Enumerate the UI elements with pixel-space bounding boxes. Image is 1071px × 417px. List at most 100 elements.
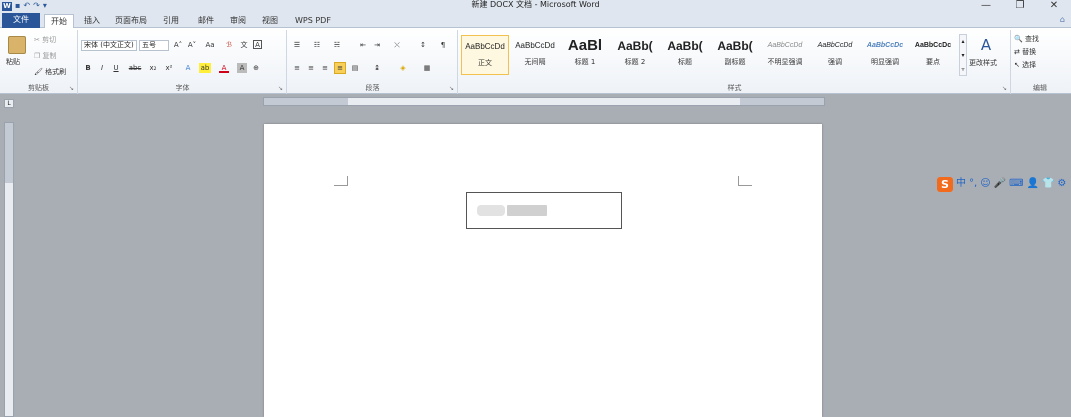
font-color-icon[interactable]: A xyxy=(219,63,229,73)
help-icon[interactable]: ⌂ xyxy=(1060,15,1065,24)
style-sample: AaBb( xyxy=(617,39,653,53)
style-strong[interactable]: AaBbCcDc 要点 xyxy=(909,35,957,75)
tab-view[interactable]: 视图 xyxy=(256,14,284,28)
style-title[interactable]: AaBb( 标题 xyxy=(661,35,709,75)
punctuation-icon[interactable]: °, xyxy=(969,176,977,192)
char-border-icon[interactable]: A xyxy=(253,40,262,49)
format-painter-button[interactable]: 🖌 格式刷 xyxy=(34,67,66,77)
subscript-icon[interactable]: x₂ xyxy=(147,63,159,73)
line-spacing-icon[interactable]: ↨ xyxy=(372,63,382,73)
strikethrough-icon[interactable]: abc xyxy=(127,63,143,73)
editing-group-label: 编辑 xyxy=(1033,84,1047,92)
numbering-icon[interactable]: ☷ xyxy=(312,40,322,50)
tab-file[interactable]: 文件 xyxy=(2,13,40,28)
tab-home[interactable]: 开始 xyxy=(44,14,74,28)
keyboard-icon[interactable]: ⌨ xyxy=(1009,176,1023,192)
chinese-layout-icon[interactable]: ⤬ xyxy=(392,40,402,50)
superscript-icon[interactable]: x² xyxy=(163,63,175,73)
sogou-logo-icon[interactable]: S xyxy=(937,176,953,192)
tab-selector-button[interactable]: L xyxy=(4,99,14,108)
styles-scroll[interactable]: ▴ ▾ ▿ xyxy=(959,34,967,76)
align-left-icon[interactable]: ≡ xyxy=(292,63,302,73)
multilevel-list-icon[interactable]: ☵ xyxy=(332,40,342,50)
shrink-font-icon[interactable]: A˅ xyxy=(187,40,197,50)
replace-icon: ⇄ xyxy=(1014,48,1023,56)
style-no-spacing[interactable]: AaBbCcDd 无间隔 xyxy=(511,35,559,75)
style-sample: AaBbCcDd xyxy=(767,42,803,49)
settings-icon[interactable]: ⚙ xyxy=(1057,176,1066,192)
distributed-icon[interactable]: ▤ xyxy=(350,63,360,73)
text-effects-icon[interactable]: A xyxy=(183,63,193,73)
tab-review[interactable]: 审阅 xyxy=(224,14,252,28)
minimize-button[interactable]: — xyxy=(969,0,1003,12)
italic-icon[interactable]: I xyxy=(97,63,107,73)
editing-group: 🔍 查找 ⇄ 替换 ↖ 选择 编辑 xyxy=(1012,30,1068,94)
justify-icon[interactable]: ≡ xyxy=(334,62,346,74)
enclose-char-icon[interactable]: ⊕ xyxy=(251,63,261,73)
paragraph-group: ☰ ☷ ☵ ⇤ ⇥ ⤬ ↕ ¶ ≡ ≡ ≡ ≡ ▤ ↨ ◈ ▦ 段落 ↘ xyxy=(288,30,458,94)
horizontal-ruler[interactable] xyxy=(263,97,825,106)
select-button[interactable]: ↖ 选择 xyxy=(1014,60,1036,70)
copy-button[interactable]: ❐ 复制 xyxy=(34,51,57,61)
cut-button[interactable]: ✂ 剪切 xyxy=(34,35,56,45)
clear-format-icon[interactable]: ℬ xyxy=(224,40,234,50)
document-page[interactable] xyxy=(264,124,822,417)
emoji-icon[interactable]: ☺ xyxy=(980,176,990,192)
sort-icon[interactable]: ↕ xyxy=(418,40,428,50)
bullets-icon[interactable]: ☰ xyxy=(292,40,302,50)
restore-button[interactable]: ❐ xyxy=(1003,0,1037,12)
tab-references[interactable]: 引用 xyxy=(157,14,185,28)
char-shading-icon[interactable]: A xyxy=(237,63,247,73)
close-button[interactable]: ✕ xyxy=(1037,0,1071,12)
find-button[interactable]: 🔍 查找 xyxy=(1014,34,1039,44)
tab-wps-pdf[interactable]: WPS PDF xyxy=(289,14,337,28)
font-launcher-icon[interactable]: ↘ xyxy=(278,85,283,92)
shading-icon[interactable]: ◈ xyxy=(398,63,408,73)
borders-icon[interactable]: ▦ xyxy=(422,63,432,73)
styles-launcher-icon[interactable]: ↘ xyxy=(1002,85,1007,92)
paste-icon[interactable] xyxy=(8,36,26,54)
font-name-combo[interactable]: 宋体 (中文正文) xyxy=(81,40,137,51)
text-box[interactable] xyxy=(466,192,622,229)
grow-font-icon[interactable]: A˄ xyxy=(173,40,183,50)
font-size-combo[interactable]: 五号 xyxy=(139,40,169,51)
align-right-icon[interactable]: ≡ xyxy=(320,63,330,73)
ime-toolbar[interactable]: S 中 °, ☺ 🎤 ⌨ 👤 👕 ⚙ xyxy=(937,176,1066,192)
microphone-icon[interactable]: 🎤 xyxy=(994,176,1006,192)
ime-language-toggle[interactable]: 中 xyxy=(956,176,966,192)
highlight-icon[interactable]: ab xyxy=(199,63,211,73)
change-styles-button[interactable]: 更改样式 xyxy=(969,58,997,68)
window-title: 新建 DOCX 文档 - Microsoft Word xyxy=(471,0,600,9)
style-heading-2[interactable]: AaBb( 标题 2 xyxy=(611,35,659,75)
style-sample: AaBb( xyxy=(717,39,753,53)
replace-button[interactable]: ⇄ 替换 xyxy=(1014,47,1036,57)
paste-button[interactable]: 粘贴 xyxy=(6,57,20,67)
ribbon-tab-bar: 文件 开始 插入 页面布局 引用 邮件 审阅 视图 WPS PDF ⌂ xyxy=(0,12,1071,28)
phonetic-guide-icon[interactable]: 文 xyxy=(239,40,249,50)
align-center-icon[interactable]: ≡ xyxy=(306,63,316,73)
style-intense-emphasis[interactable]: AaBbCcDc 明显强调 xyxy=(861,35,909,75)
tab-mailings[interactable]: 邮件 xyxy=(192,14,220,28)
style-emphasis[interactable]: AaBbCcDd 强调 xyxy=(811,35,859,75)
decrease-indent-icon[interactable]: ⇤ xyxy=(358,40,368,50)
style-name: 明显强调 xyxy=(871,58,899,66)
underline-icon[interactable]: U xyxy=(111,63,121,73)
clipboard-launcher-icon[interactable]: ↘ xyxy=(69,85,74,92)
tab-insert[interactable]: 插入 xyxy=(78,14,106,28)
user-icon[interactable]: 👤 xyxy=(1027,176,1039,192)
style-subtle-emphasis[interactable]: AaBbCcDd 不明显强调 xyxy=(761,35,809,75)
increase-indent-icon[interactable]: ⇥ xyxy=(372,40,382,50)
skin-icon[interactable]: 👕 xyxy=(1042,176,1054,192)
show-marks-icon[interactable]: ¶ xyxy=(438,40,448,50)
paragraph-launcher-icon[interactable]: ↘ xyxy=(449,85,454,92)
font-group: 宋体 (中文正文) 五号 A˄ A˅ Aa ℬ 文 A B I U abc x₂… xyxy=(79,30,287,94)
bold-icon[interactable]: B xyxy=(83,63,93,73)
tab-page-layout[interactable]: 页面布局 xyxy=(109,14,153,28)
style-normal[interactable]: AaBbCcDd 正文 xyxy=(461,35,509,75)
ruler-top-margin xyxy=(5,123,13,183)
vertical-ruler[interactable] xyxy=(4,122,14,417)
change-styles-icon[interactable]: A xyxy=(977,36,995,54)
change-case-icon[interactable]: Aa xyxy=(205,40,215,50)
style-subtitle[interactable]: AaBb( 副标题 xyxy=(711,35,759,75)
style-heading-1[interactable]: AaBl 标题 1 xyxy=(561,35,609,75)
